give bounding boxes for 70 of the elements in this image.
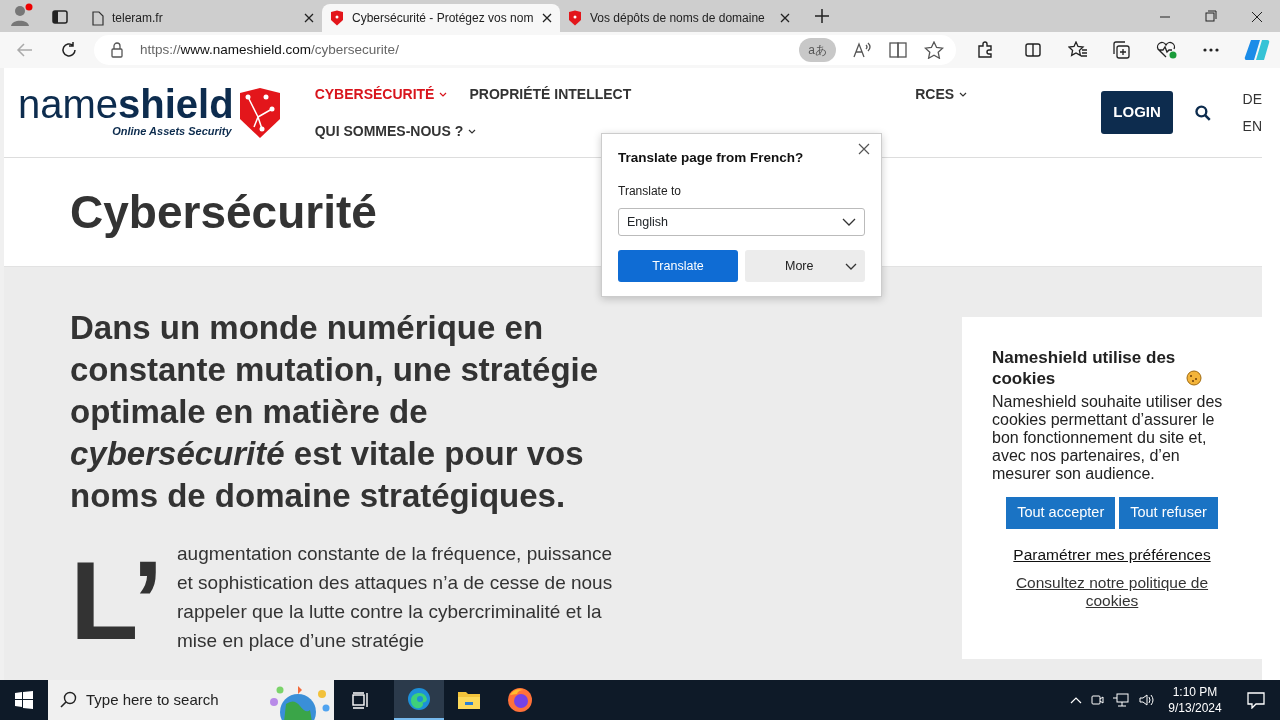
page-title: Cybersécurité (70, 184, 377, 240)
edge-taskbar-button[interactable] (394, 680, 444, 720)
immersive-reader-icon[interactable] (888, 41, 908, 59)
task-view-icon[interactable] (351, 691, 371, 709)
shield-logo-icon[interactable] (237, 86, 282, 139)
popup-title: Translate page from French? (618, 149, 805, 167)
chevron-down-icon (842, 218, 856, 227)
browser-tab[interactable]: Cybersécurité - Protégez vos nom (322, 4, 560, 32)
login-button[interactable]: LOGIN (1101, 91, 1173, 134)
network-icon[interactable] (1112, 692, 1130, 708)
clock-date[interactable]: 9/13/2024 (1164, 700, 1226, 716)
browser-tab[interactable]: Vos dépôts de noms de domaine (560, 4, 798, 32)
cookie-policy-link[interactable]: Consultez notre politique de cookies (992, 574, 1232, 610)
browser-tab[interactable]: teleram.fr (84, 4, 322, 32)
translate-button[interactable]: aあ (799, 38, 836, 62)
copilot-icon[interactable] (1244, 38, 1270, 62)
health-heart-icon[interactable] (1156, 41, 1178, 59)
address-bar[interactable]: https://www.nameshield.com/cybersecurite/ aあ (94, 35, 956, 65)
search-icon (60, 691, 78, 709)
cookie-text: Nameshield souhaite utiliser des cookies permettant d’assurer le bon fonctionnement du site et, avec nos partenaires, d’en mesurer son audience. (992, 393, 1224, 483)
split-screen-icon[interactable] (1024, 41, 1042, 59)
nav-link[interactable]: CYBERSÉCURITÉ (314, 83, 448, 105)
refresh-icon[interactable] (60, 41, 78, 59)
folder-icon[interactable] (457, 689, 481, 711)
favorites-icon[interactable] (1068, 41, 1088, 59)
search-icon[interactable] (1194, 104, 1211, 121)
chevron-down-icon (845, 262, 857, 270)
logo-tagline: Online Assets Security (112, 124, 232, 140)
preferences-link[interactable]: Paramétrer mes préférences (992, 542, 1232, 566)
collections-icon[interactable] (1112, 41, 1132, 59)
extensions-icon[interactable] (976, 41, 994, 59)
volume-icon[interactable] (1138, 692, 1156, 708)
cookie-icon (1186, 370, 1202, 386)
tab-actions-icon[interactable] (52, 10, 68, 24)
notifications-icon[interactable] (1246, 691, 1266, 709)
new-tab-icon[interactable] (814, 8, 830, 24)
more-icon[interactable] (1202, 47, 1220, 53)
nav-link[interactable]: PROPRIÉTÉ INTELLECT (469, 83, 632, 105)
shield-icon (330, 10, 344, 26)
logo-wordmark[interactable]: nameshield (18, 85, 234, 124)
more-button[interactable]: More (745, 250, 865, 282)
page-icon (92, 10, 104, 26)
close-tab-icon[interactable] (780, 13, 790, 23)
firefox-icon[interactable] (507, 687, 533, 713)
translate-button[interactable]: Translate (618, 250, 738, 282)
chevron-up-icon[interactable] (1070, 696, 1082, 704)
field-label: Translate to (618, 183, 682, 201)
clock-time[interactable]: 1:10 PM (1164, 684, 1226, 700)
camera-icon[interactable] (1090, 693, 1104, 707)
lock-icon[interactable] (110, 42, 124, 58)
language-link[interactable]: EN (1242, 115, 1262, 137)
refuse-button[interactable]: Tout refuser (1119, 497, 1218, 529)
article-paragraph: augmentation constante de la fréquence, puissance et sophistication des attaques n’a de cesse de nous rappeler que la lutte contre la cybercriminalité et la mise en place d’une stratégie (177, 542, 614, 653)
taskbar-search-field[interactable]: Type here to search (48, 680, 334, 720)
read-aloud-icon[interactable] (852, 41, 872, 59)
headline: Dans un monde numérique en constante mutation, une stratégie optimale en matière de cybersécurité est vitale pour vos noms de domaine stratégiques. (70, 308, 600, 516)
close-tab-icon[interactable] (304, 13, 314, 23)
accept-button[interactable]: Tout accepter (1006, 497, 1116, 529)
nav-link[interactable]: RCES (915, 83, 968, 105)
shield-icon (568, 10, 582, 26)
favorite-star-icon[interactable] (924, 41, 944, 59)
language-select[interactable]: English (618, 208, 865, 236)
close-tab-icon[interactable] (542, 13, 552, 23)
cookie-title: Nameshield utilise des cookies (992, 347, 1177, 389)
language-link[interactable]: DE (1242, 88, 1262, 110)
edge-icon (407, 687, 431, 711)
nav-link[interactable]: QUI SOMMES-NOUS ? (314, 120, 477, 142)
drop-cap: L’ (70, 545, 165, 657)
close-icon[interactable] (858, 143, 870, 155)
windows-start-icon[interactable] (15, 691, 33, 709)
